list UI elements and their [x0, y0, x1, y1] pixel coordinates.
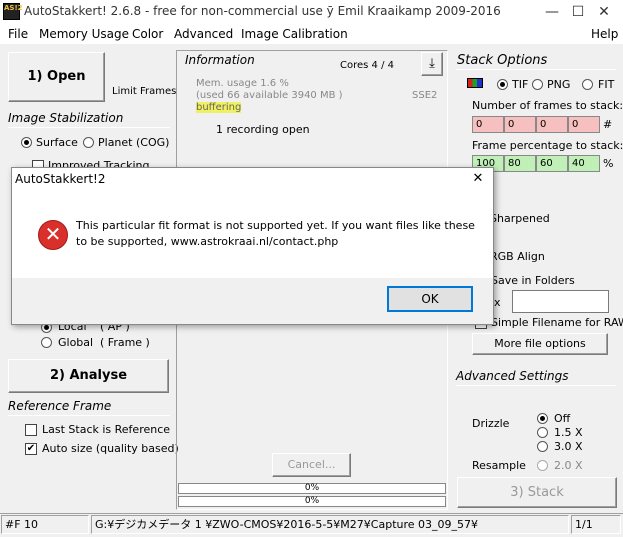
progress-bar: 0%: [178, 483, 446, 494]
drizzle-label: Drizzle: [472, 417, 510, 430]
recording-label: 1 recording open: [216, 123, 310, 136]
resample-label: Resample: [472, 459, 526, 472]
sse-label: SSE2: [412, 90, 438, 101]
drizzle-15-radio[interactable]: [537, 427, 548, 438]
divider: [456, 69, 616, 70]
stack-options-heading: Stack Options: [457, 53, 548, 68]
menu-advanced[interactable]: Advanced: [174, 27, 233, 41]
close-window-button[interactable]: ✕: [592, 2, 616, 22]
global-frame-label: ( Frame ): [100, 336, 150, 349]
png-label: PNG: [547, 78, 571, 91]
percentage-input-2[interactable]: 80: [504, 155, 536, 172]
rgb-align-label: RGB Align: [490, 250, 545, 263]
auto-size-label: Auto size (quality based): [42, 442, 179, 455]
surface-radio[interactable]: [21, 137, 32, 148]
frames-input-3[interactable]: 0: [536, 116, 568, 133]
error-dialog: AutoStakkert!2 ✕ ✕ This particular fit f…: [11, 167, 494, 325]
dialog-close-button[interactable]: ✕: [468, 170, 488, 188]
information-heading: Information: [185, 53, 255, 67]
fit-label: FIT: [598, 78, 615, 91]
progress-bar: 0%: [178, 496, 446, 507]
percentage-label: Frame percentage to stack:: [472, 139, 623, 152]
frames-input-4[interactable]: 0: [568, 116, 600, 133]
mem-usage-label: Mem. usage 1.6 %: [196, 78, 289, 89]
cores-label: Cores 4 / 4: [340, 60, 394, 71]
file-path: G:¥デジカメデータ 1 ¥ZWO-CMOS¥2016-5-5¥M27¥Capt…: [91, 515, 569, 534]
frame-number: #F 10: [1, 515, 89, 534]
last-stack-checkbox[interactable]: [25, 424, 37, 436]
open-button[interactable]: 1) Open: [8, 52, 105, 102]
dialog-message-line1: This particular fit format is not suppor…: [76, 219, 475, 232]
menu-image-calibration[interactable]: Image Calibration: [241, 27, 348, 41]
menu-memory-usage[interactable]: Memory Usage: [39, 27, 129, 41]
divider: [8, 127, 170, 128]
resample-20-radio[interactable]: [537, 460, 548, 471]
limit-frames-label[interactable]: Limit Frames: [112, 86, 176, 97]
global-label: Global: [58, 336, 94, 349]
save-in-folders-label: Save in Folders: [491, 274, 575, 287]
window-title: AutoStakkert! 2.6.8 - free for non-comme…: [24, 4, 501, 18]
buffering-badge: buffering: [196, 102, 242, 113]
menu-file[interactable]: File: [8, 27, 28, 41]
page-indicator: 1/1: [571, 515, 621, 534]
resample-20-label: 2.0 X: [554, 459, 583, 472]
more-file-options-button[interactable]: More file options: [472, 333, 608, 355]
planet-radio[interactable]: [83, 137, 94, 148]
divider: [8, 415, 170, 416]
frames-suffix: #: [603, 118, 613, 131]
maximize-button[interactable]: ☐: [566, 2, 590, 22]
stack-button[interactable]: 3) Stack: [457, 477, 617, 508]
menu-color[interactable]: Color: [132, 27, 163, 41]
mem-available-label: (used 66 available 3940 MB ): [196, 90, 343, 101]
planet-label: Planet (COG): [98, 136, 170, 149]
error-icon: ✕: [38, 220, 68, 250]
sharpened-label: Sharpened: [490, 212, 550, 225]
tif-radio[interactable]: [497, 79, 508, 90]
prefix-input[interactable]: [512, 290, 609, 313]
frames-input-2[interactable]: 0: [504, 116, 536, 133]
menu-help[interactable]: Help: [591, 27, 618, 41]
tif-label: TIF: [512, 78, 529, 91]
ok-button[interactable]: OK: [387, 286, 473, 312]
drizzle-30-radio[interactable]: [537, 441, 548, 452]
drizzle-30-label: 3.0 X: [554, 440, 583, 453]
cancel-button[interactable]: Cancel...: [272, 453, 351, 477]
pin-icon[interactable]: ⤓: [421, 52, 443, 76]
minimize-button[interactable]: —: [540, 2, 564, 22]
analyse-button[interactable]: 2) Analyse: [8, 359, 169, 393]
dialog-message-line2: to be supported, www.astrokraai.nl/conta…: [76, 235, 339, 248]
frames-label: Number of frames to stack:: [472, 99, 623, 112]
frames-input-1[interactable]: 0: [472, 116, 504, 133]
last-stack-label: Last Stack is Reference: [42, 423, 171, 436]
percentage-suffix: %: [603, 157, 614, 170]
surface-label: Surface: [36, 136, 78, 149]
percentage-input-3[interactable]: 60: [536, 155, 568, 172]
advanced-settings-heading: Advanced Settings: [456, 369, 569, 383]
drizzle-15-label: 1.5 X: [554, 426, 583, 439]
app-icon: AS!2: [3, 3, 23, 20]
image-stabilization-heading: Image Stabilization: [8, 111, 124, 125]
simple-filename-label: Simple Filename for RAW: [491, 316, 623, 329]
drizzle-off-label: Off: [554, 412, 571, 425]
global-radio[interactable]: [41, 337, 52, 348]
divider: [456, 385, 616, 386]
rgb-color-icon: [467, 78, 483, 88]
reference-frame-heading: Reference Frame: [8, 399, 112, 413]
percentage-input-4[interactable]: 40: [568, 155, 600, 172]
png-radio[interactable]: [532, 79, 543, 90]
dialog-title: AutoStakkert!2: [15, 172, 106, 186]
drizzle-off-radio[interactable]: [537, 413, 548, 424]
auto-size-checkbox[interactable]: ✔: [25, 443, 37, 455]
fit-radio[interactable]: [582, 79, 593, 90]
